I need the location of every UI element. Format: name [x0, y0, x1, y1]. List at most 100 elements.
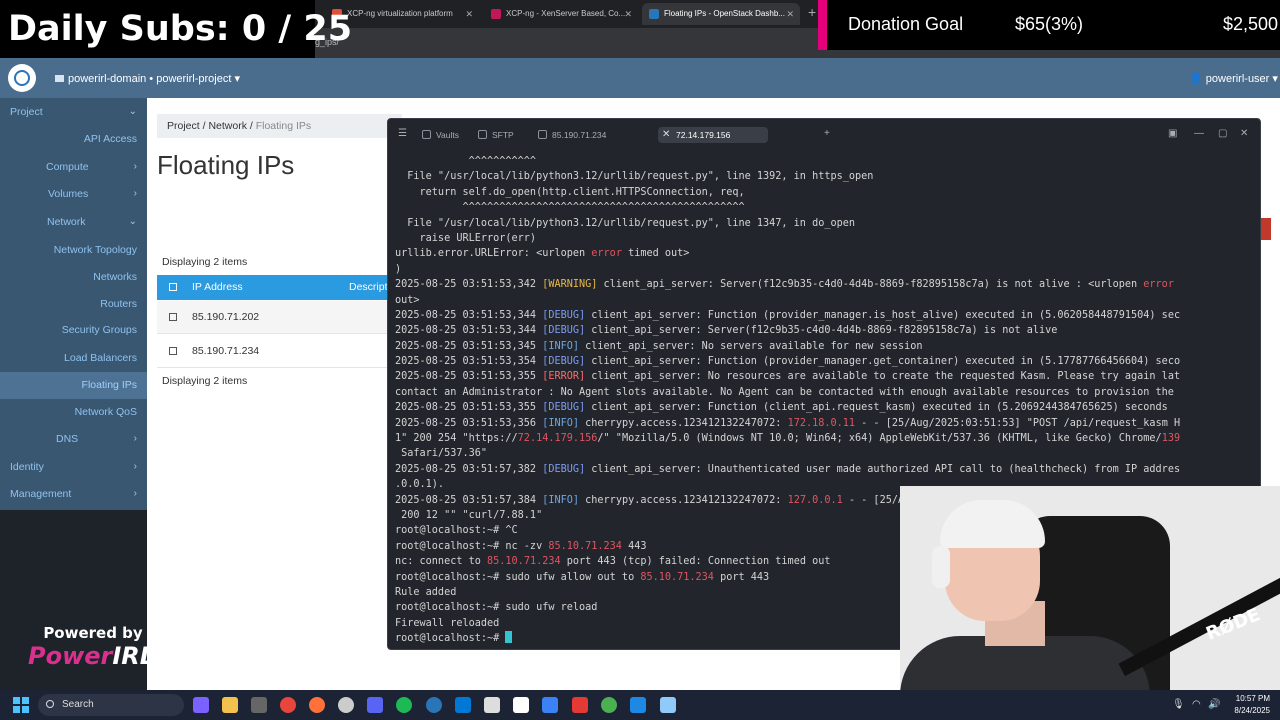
openai-icon[interactable]: [338, 697, 354, 713]
project-icon: [55, 75, 64, 82]
select-all-checkbox[interactable]: [169, 283, 177, 291]
notion-icon[interactable]: [513, 697, 529, 713]
outlook-icon[interactable]: [455, 697, 471, 713]
sidebar-item-label: Network: [47, 216, 86, 228]
row-checkbox[interactable]: [169, 347, 177, 355]
sidebar-item-networks[interactable]: Networks: [0, 266, 147, 288]
column-ip-address[interactable]: IP Address: [192, 275, 243, 300]
sidebar-item-volumes[interactable]: Volumes ›: [0, 183, 147, 205]
terminal-tab-sftp[interactable]: SFTP: [478, 127, 514, 143]
menu-icon[interactable]: ☰: [398, 128, 407, 139]
openstack-logo-icon[interactable]: [8, 64, 36, 92]
discord-icon[interactable]: [367, 697, 383, 713]
mail-icon[interactable]: [484, 697, 500, 713]
terminal-tab-host-72[interactable]: ✕ 72.14.179.156: [658, 127, 769, 143]
close-icon[interactable]: ✕: [662, 127, 671, 140]
terminal-text: 2025-08-25 03:51:53,354: [395, 356, 543, 368]
sidebar-item-floating-ips[interactable]: Floating IPs: [0, 372, 147, 399]
sidebar-item-identity[interactable]: Identity ›: [0, 456, 147, 478]
terminal-line: 2025-08-25 03:51:57,382 [DEBUG] client_a…: [395, 462, 1255, 477]
wifi-icon[interactable]: ◠: [1192, 699, 1201, 710]
terminal-text: 2025-08-25 03:51:53,342: [395, 279, 543, 291]
new-tab-icon[interactable]: +: [808, 4, 816, 20]
browser-tab-floating-ips[interactable]: Floating IPs - OpenStack Dashb... ✕: [642, 3, 800, 25]
close-tab-icon[interactable]: ✕: [465, 3, 473, 25]
terminal-tab-host-85[interactable]: 85.190.71.234: [538, 127, 606, 143]
app-icon[interactable]: [572, 697, 588, 713]
maximize-icon[interactable]: ▢: [1218, 128, 1227, 139]
firefox-icon[interactable]: [309, 697, 325, 713]
sidebar-item-api-access[interactable]: API Access: [0, 128, 147, 150]
windows-start-icon[interactable]: [13, 697, 29, 713]
terminal-text: return self.do_open(http.client.HTTPSCon…: [395, 186, 745, 198]
mic-icon[interactable]: 🎙: [1172, 699, 1185, 710]
terminal-tab-vaults[interactable]: Vaults: [422, 127, 459, 143]
sidebar-item-routers[interactable]: Routers: [0, 293, 147, 315]
sidebar-item-management[interactable]: Management ›: [0, 483, 147, 505]
browser-tab-xcp-ng-xenserver[interactable]: XCP-ng - XenServer Based, Co... ✕: [484, 3, 638, 25]
column-description[interactable]: Descript: [349, 275, 388, 300]
chrome-icon[interactable]: [280, 697, 296, 713]
add-tab-icon[interactable]: +: [824, 128, 830, 139]
app-icon[interactable]: [542, 697, 558, 713]
sidebar-item-network[interactable]: Network ⌄: [0, 211, 147, 233]
terminal-line: File "/usr/local/lib/python3.12/urllib/r…: [395, 169, 1255, 184]
terminal-text: root@localhost:~# sudo ufw reload: [395, 602, 598, 614]
taskbar-clock[interactable]: 10:57 PM 8/24/2025: [1226, 693, 1270, 717]
close-tab-icon[interactable]: ✕: [786, 3, 794, 25]
breadcrumb-project[interactable]: Project /: [167, 120, 206, 132]
terminal-text: File "/usr/local/lib/python3.12/urllib/r…: [395, 171, 874, 183]
terminal-text: cherrypy.access.123412132247072:: [579, 417, 788, 429]
tab-label: Vaults: [436, 130, 459, 140]
terminal-text: out>: [395, 294, 420, 306]
terminal-text: contact an Administrator : No Agent slot…: [395, 386, 1174, 398]
sidebar-item-dns[interactable]: DNS ›: [0, 428, 147, 450]
daily-subs-counter: Daily Subs: 0 / 25: [0, 0, 352, 58]
sidebar-item-security-groups[interactable]: Security Groups: [0, 319, 147, 341]
sidebar-item-label: Compute: [46, 161, 89, 173]
user-menu[interactable]: 👤 powerirl-user ▾: [1189, 72, 1278, 85]
spotify-icon[interactable]: [396, 697, 412, 713]
volume-icon[interactable]: 🔊: [1208, 699, 1220, 710]
powered-by-text: Powered by: [43, 624, 143, 642]
sidebar-item-label: Networks: [93, 271, 137, 283]
row-checkbox[interactable]: [169, 313, 177, 321]
clock-time: 10:57 PM: [1235, 694, 1270, 703]
sidebar-item-network-topology[interactable]: Network Topology: [0, 239, 147, 261]
sidebar-item-compute[interactable]: Compute ›: [0, 156, 147, 178]
terminal-line: 1" 200 254 "https://72.14.179.156/" "Moz…: [395, 431, 1255, 446]
terminal-text: [DEBUG]: [542, 356, 586, 368]
terminal-text: root@localhost:~# nc -zv: [395, 540, 549, 552]
terminal-line: urllib.error.URLError: <urlopen error ti…: [395, 246, 1255, 261]
termius-icon[interactable]: [426, 697, 442, 713]
table-header: IP Address Descript: [157, 275, 402, 300]
openstack-favicon-icon: [649, 9, 659, 19]
close-tab-icon[interactable]: ✕: [624, 3, 632, 25]
chrome-icon[interactable]: [601, 697, 617, 713]
terminal-text: error: [1143, 279, 1174, 291]
copilot-icon[interactable]: [193, 697, 209, 713]
terminal-text: root@localhost:~# ^C: [395, 525, 518, 537]
sidebar-item-load-balancers[interactable]: Load Balancers: [0, 347, 147, 369]
terminal-text: 1" 200 254 "https://: [395, 433, 518, 445]
terminal-text: [INFO]: [542, 494, 580, 506]
terminal-text: 200 12 "" "curl/7.88.1": [395, 509, 543, 521]
terminal-text: Firewall reloaded: [395, 617, 500, 629]
taskbar-search[interactable]: Search: [38, 694, 184, 716]
terminal-text: ): [395, 263, 402, 275]
minimize-icon[interactable]: —: [1194, 128, 1204, 139]
split-icon[interactable]: ▣: [1168, 128, 1177, 139]
calculator-icon[interactable]: [660, 697, 676, 713]
user-icon: 👤: [1189, 73, 1203, 85]
sidebar-item-network-qos[interactable]: Network QoS: [0, 401, 147, 423]
item-count-bottom: Displaying 2 items: [162, 375, 248, 387]
file-explorer-icon[interactable]: [222, 697, 238, 713]
app-icon[interactable]: [251, 697, 267, 713]
project-context-dropdown[interactable]: powerirl-domain • powerirl-project ▾: [55, 72, 240, 85]
terminal-text: client_api_server: Server(f12c9b35-c4d0-…: [597, 279, 1144, 291]
sidebar-item-project[interactable]: Project ⌄: [0, 101, 147, 123]
breadcrumb-network[interactable]: Network /: [208, 120, 252, 132]
app-icon[interactable]: [630, 697, 646, 713]
chevron-down-icon: ⌄: [128, 216, 137, 227]
close-window-icon[interactable]: ✕: [1240, 128, 1248, 139]
